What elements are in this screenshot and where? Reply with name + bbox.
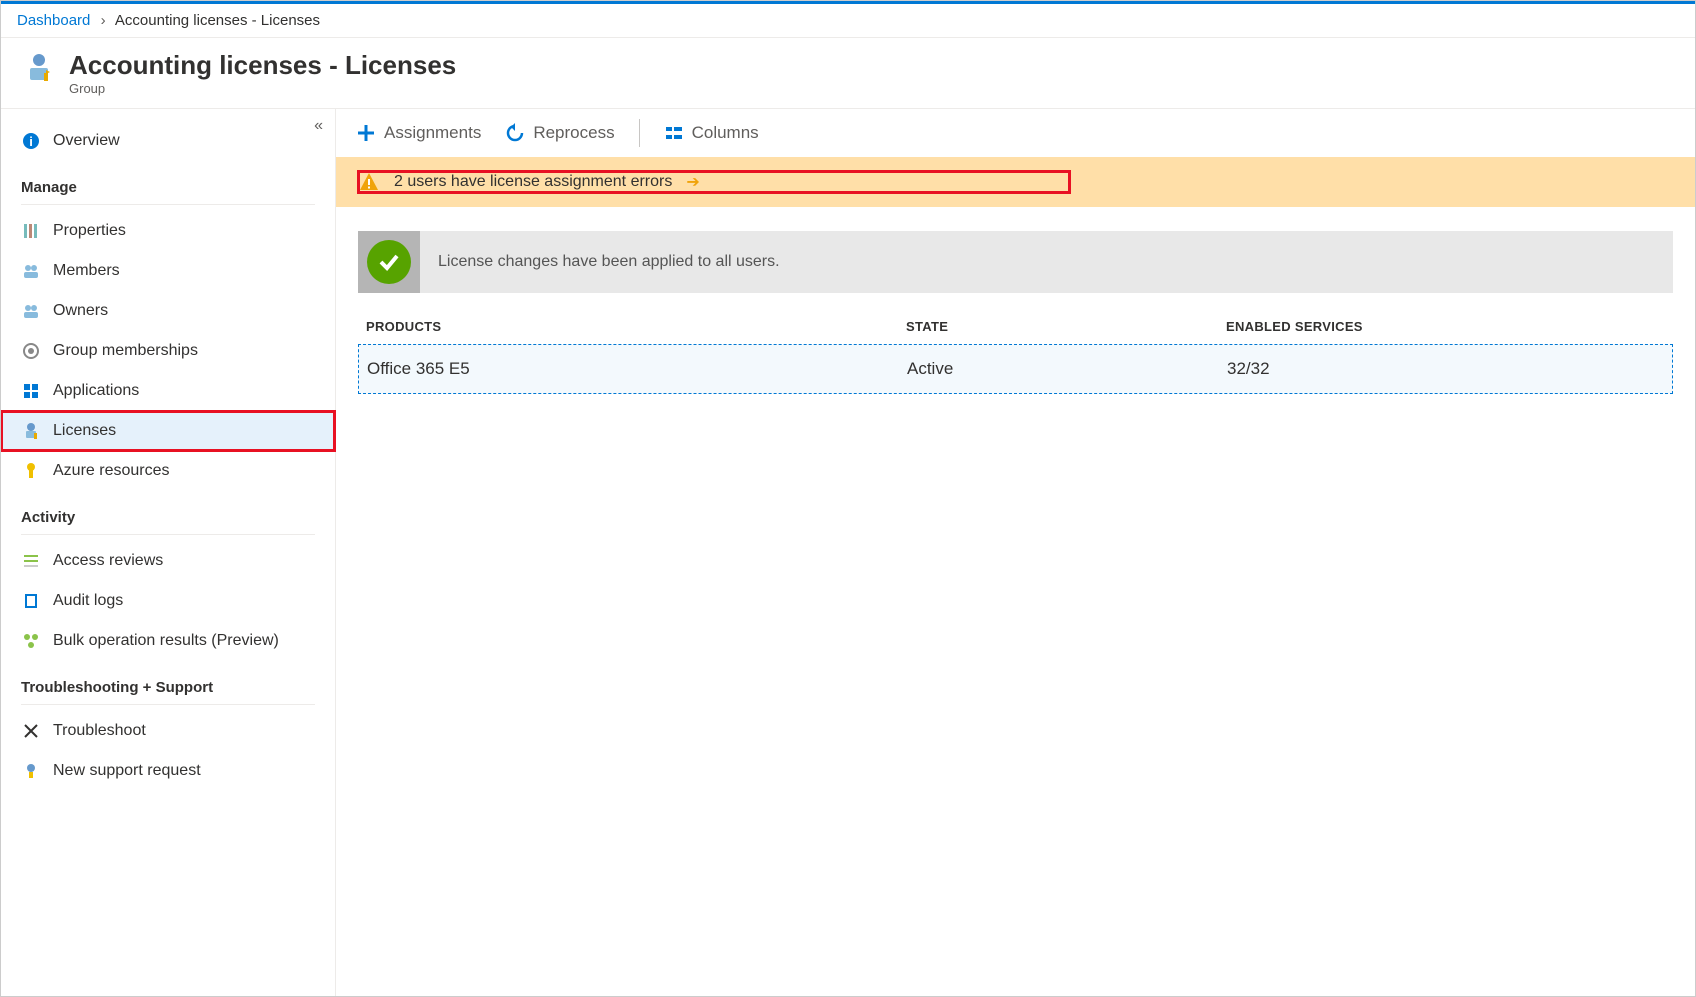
nav-label: Members xyxy=(53,262,120,280)
collapse-sidebar-button[interactable]: « xyxy=(314,117,323,135)
bulk-icon xyxy=(21,631,41,651)
nav-label: Applications xyxy=(53,382,139,400)
warning-banner[interactable]: 2 users have license assignment errors ➔ xyxy=(336,157,1695,207)
arrow-right-icon: ➔ xyxy=(686,172,699,192)
reprocess-button[interactable]: Reprocess xyxy=(505,123,614,143)
license-icon xyxy=(21,421,41,441)
nav-access-reviews[interactable]: Access reviews xyxy=(1,541,335,581)
nav-label: Group memberships xyxy=(53,342,198,360)
page-subtitle: Group xyxy=(69,81,456,96)
sidebar: « i Overview Manage Properties Members O… xyxy=(1,109,336,996)
assignments-button[interactable]: Assignments xyxy=(356,123,481,143)
col-header-state[interactable]: STATE xyxy=(906,319,1226,334)
table-row[interactable]: Office 365 E5 Active 32/32 xyxy=(358,344,1673,394)
nav-licenses[interactable]: Licenses xyxy=(1,411,335,451)
col-header-enabled[interactable]: ENABLED SERVICES xyxy=(1226,319,1665,334)
nav-bulk-ops[interactable]: Bulk operation results (Preview) xyxy=(1,621,335,661)
wrench-icon xyxy=(21,721,41,741)
breadcrumb-dashboard[interactable]: Dashboard xyxy=(17,12,90,29)
nav-audit-logs[interactable]: Audit logs xyxy=(1,581,335,621)
section-manage: Manage xyxy=(1,161,335,204)
nav-group-memberships[interactable]: Group memberships xyxy=(1,331,335,371)
nav-properties[interactable]: Properties xyxy=(1,211,335,251)
nav-label: Access reviews xyxy=(53,552,163,570)
page-title: Accounting licenses - Licenses xyxy=(69,50,456,81)
group-license-icon xyxy=(21,50,57,86)
grid-icon xyxy=(21,381,41,401)
nav-members[interactable]: Members xyxy=(1,251,335,291)
warning-icon xyxy=(358,171,380,193)
nav-label: Overview xyxy=(53,132,120,150)
nav-label: Troubleshoot xyxy=(53,722,146,740)
section-activity: Activity xyxy=(1,491,335,534)
breadcrumb: Dashboard › Accounting licenses - Licens… xyxy=(1,4,1695,38)
support-icon xyxy=(21,761,41,781)
columns-button[interactable]: Columns xyxy=(664,123,759,143)
cell-product: Office 365 E5 xyxy=(367,359,907,379)
cell-state: Active xyxy=(907,359,1227,379)
nav-new-support[interactable]: New support request xyxy=(1,751,335,791)
gear-icon xyxy=(21,341,41,361)
members-icon xyxy=(21,261,41,281)
success-text: License changes have been applied to all… xyxy=(438,253,780,271)
log-icon xyxy=(21,591,41,611)
nav-label: Audit logs xyxy=(53,592,123,610)
success-banner: License changes have been applied to all… xyxy=(358,231,1673,293)
page-header: Accounting licenses - Licenses Group xyxy=(1,38,1695,109)
refresh-icon xyxy=(505,123,525,143)
nav-label: Owners xyxy=(53,302,108,320)
tool-label: Columns xyxy=(692,123,759,143)
toolbar-separator xyxy=(639,119,640,147)
plus-icon xyxy=(356,123,376,143)
nav-azure-resources[interactable]: Azure resources xyxy=(1,451,335,491)
nav-label: Licenses xyxy=(53,422,116,440)
section-troubleshoot: Troubleshooting + Support xyxy=(1,661,335,704)
nav-label: Properties xyxy=(53,222,126,240)
chevron-right-icon: › xyxy=(101,12,106,29)
nav-label: New support request xyxy=(53,762,201,780)
breadcrumb-current: Accounting licenses - Licenses xyxy=(115,12,320,29)
nav-label: Azure resources xyxy=(53,462,170,480)
tool-label: Assignments xyxy=(384,123,481,143)
warning-text: 2 users have license assignment errors xyxy=(394,173,672,191)
nav-owners[interactable]: Owners xyxy=(1,291,335,331)
toolbar: Assignments Reprocess Columns xyxy=(336,109,1695,157)
cell-enabled: 32/32 xyxy=(1227,359,1664,379)
properties-icon xyxy=(21,221,41,241)
list-check-icon xyxy=(21,551,41,571)
info-icon: i xyxy=(21,131,41,151)
nav-label: Bulk operation results (Preview) xyxy=(53,632,279,650)
nav-applications[interactable]: Applications xyxy=(1,371,335,411)
key-icon xyxy=(21,461,41,481)
columns-icon xyxy=(664,123,684,143)
col-header-products[interactable]: PRODUCTS xyxy=(366,319,906,334)
license-table: PRODUCTS STATE ENABLED SERVICES Office 3… xyxy=(358,319,1673,394)
check-circle-icon xyxy=(367,240,411,284)
nav-troubleshoot[interactable]: Troubleshoot xyxy=(1,711,335,751)
tool-label: Reprocess xyxy=(533,123,614,143)
owners-icon xyxy=(21,301,41,321)
nav-overview[interactable]: i Overview xyxy=(1,121,335,161)
svg-text:i: i xyxy=(29,134,33,149)
